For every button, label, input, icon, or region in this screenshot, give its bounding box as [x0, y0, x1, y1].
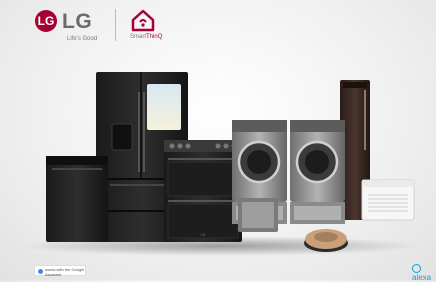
alexa-icon	[412, 264, 421, 273]
google-assistant-badge: works with the Google Assistant	[34, 265, 86, 277]
alexa-badge: alexa	[412, 264, 436, 282]
range-lg-label: LG	[201, 233, 206, 237]
front-load-dryer	[290, 120, 345, 224]
twinwash-pedestal	[238, 198, 278, 232]
alexa-label: alexa	[412, 273, 432, 282]
dishwasher	[46, 156, 108, 242]
slide-in-range: LG	[164, 140, 242, 242]
instaview-glass-panel	[147, 84, 181, 130]
robot-vacuum	[304, 229, 348, 252]
google-assistant-label: works with the Google Assistant	[45, 267, 85, 277]
water-dispenser	[111, 123, 133, 151]
window-air-conditioner	[361, 179, 415, 221]
google-assistant-icon	[38, 269, 43, 274]
appliance-lineup: LG	[20, 72, 420, 256]
